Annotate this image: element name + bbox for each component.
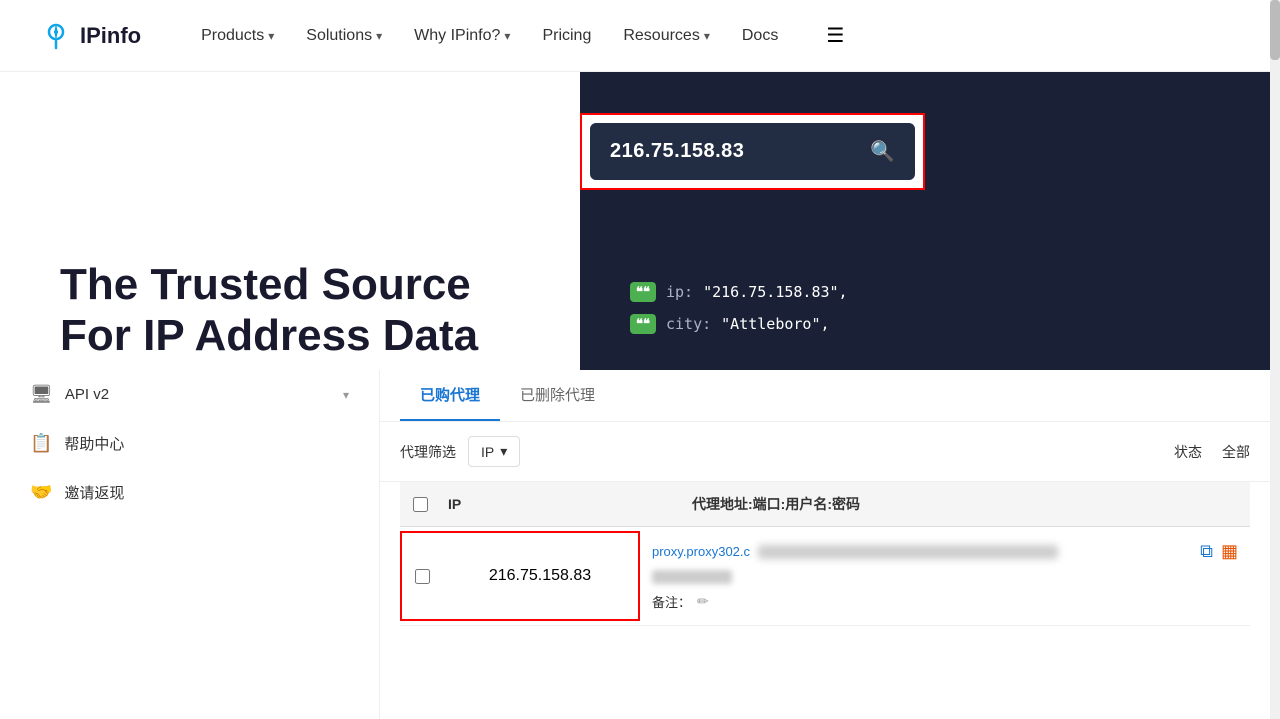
- ip-value-cell: 216.75.158.83: [442, 533, 638, 619]
- resources-chevron-icon: ▾: [704, 29, 710, 43]
- json-tag-ip: ❝❝: [630, 282, 656, 302]
- json-val-city: "Attleboro",: [721, 315, 829, 333]
- solutions-chevron-icon: ▾: [376, 29, 382, 43]
- th-proxy: 代理地址:端口:用户名:密码: [680, 494, 1250, 514]
- nav-solutions-label: Solutions: [306, 27, 372, 45]
- hero-title: The Trusted Source For IP Address Data: [60, 260, 520, 361]
- json-key-ip: ip:: [666, 283, 693, 301]
- status-label: 状态: [1174, 442, 1202, 462]
- edit-icon[interactable]: ✏: [697, 593, 709, 610]
- nav-docs[interactable]: Docs: [742, 27, 778, 45]
- filter-label: 代理筛选: [400, 442, 456, 462]
- nav-solutions[interactable]: Solutions ▾: [306, 27, 382, 45]
- sidebar-item-invite-label: 邀请返现: [64, 482, 124, 503]
- sidebar: 🖥 API v2 ▾ 📋 帮助中心 🤝 邀请返现: [0, 370, 380, 719]
- select-all-checkbox[interactable]: [413, 497, 428, 512]
- tab-purchased-label: 已购代理: [420, 387, 480, 404]
- json-line-ip: ❝❝ ip: "216.75.158.83",: [630, 282, 1250, 302]
- filter-select-value: IP: [481, 444, 494, 460]
- nav-pricing[interactable]: Pricing: [542, 27, 591, 45]
- ip-col-highlighted: 216.75.158.83: [400, 531, 640, 621]
- proxy-col: proxy.proxy302.c ⧉ ▦ 备注： ✏: [640, 527, 1250, 625]
- sidebar-item-invite[interactable]: 🤝 邀请返现: [20, 468, 359, 517]
- tab-purchased[interactable]: 已购代理: [400, 370, 500, 421]
- filter-row: 代理筛选 IP ▾ 状态 全部: [380, 422, 1270, 482]
- hero-left: The Trusted Source For IP Address Data: [60, 260, 520, 361]
- sidebar-item-api-label: API v2: [65, 386, 109, 403]
- logo-text: IPinfo: [80, 23, 141, 49]
- json-line-city: ❝❝ city: "Attleboro",: [630, 314, 1250, 334]
- tab-deleted-label: 已删除代理: [520, 387, 595, 404]
- remark-label: 备注：: [652, 592, 691, 611]
- help-icon: 📋: [30, 433, 52, 454]
- navbar: IPinfo Products ▾ Solutions ▾ Why IPinfo…: [0, 0, 1280, 72]
- logo-icon: [40, 20, 72, 52]
- nav-resources[interactable]: Resources ▾: [623, 27, 710, 45]
- sidebar-item-help-label: 帮助中心: [64, 433, 124, 454]
- scrollbar-thumb[interactable]: [1270, 0, 1280, 60]
- main-content: 已购代理 已删除代理 代理筛选 IP ▾ 状态 全部 IP: [380, 370, 1270, 719]
- table: IP 代理地址:端口:用户名:密码 216.75.158.83: [380, 482, 1270, 626]
- nav-why-label: Why IPinfo?: [414, 27, 500, 45]
- proxy-icons: ⧉ ▦: [1200, 541, 1238, 562]
- ip-value: 216.75.158.83: [489, 567, 591, 585]
- sidebar-item-api[interactable]: 🖥 API v2 ▾: [20, 370, 359, 419]
- logo[interactable]: IPinfo: [40, 20, 141, 52]
- proxy-addr: proxy.proxy302.c ⧉ ▦: [652, 541, 1238, 562]
- filter-select-chevron-icon: ▾: [500, 443, 507, 460]
- proxy-addr-text: proxy.proxy302.c: [652, 544, 750, 559]
- hero-title-line2: For IP Address Data: [60, 311, 520, 362]
- copy-icon[interactable]: ⧉: [1200, 541, 1213, 562]
- tab-deleted[interactable]: 已删除代理: [500, 370, 615, 421]
- sidebar-expand-icon: ▾: [343, 388, 349, 402]
- row-checkbox-cell: [402, 533, 442, 619]
- why-chevron-icon: ▾: [504, 29, 510, 43]
- nav-links: Products ▾ Solutions ▾ Why IPinfo? ▾ Pri…: [201, 23, 1240, 48]
- hero-title-line1: The Trusted Source: [60, 260, 520, 311]
- filter-select[interactable]: IP ▾: [468, 436, 520, 467]
- th-checkbox: [400, 497, 440, 512]
- nav-resources-label: Resources: [623, 27, 699, 45]
- json-result: ❝❝ ip: "216.75.158.83", ❝❝ city: "Attleb…: [610, 270, 1270, 358]
- tabs: 已购代理 已删除代理: [380, 370, 1270, 422]
- nav-products-label: Products: [201, 27, 264, 45]
- proxy-panel: 🖥 API v2 ▾ 📋 帮助中心 🤝 邀请返现 已购代理 已删除代理 代理筛选: [0, 370, 1270, 719]
- sidebar-item-help[interactable]: 📋 帮助中心: [20, 419, 359, 468]
- nav-pricing-label: Pricing: [542, 27, 591, 45]
- ip-search-value: 216.75.158.83: [610, 140, 744, 163]
- status-value: 全部: [1222, 442, 1250, 462]
- table-header: IP 代理地址:端口:用户名:密码: [400, 482, 1250, 527]
- qr-icon[interactable]: ▦: [1221, 541, 1238, 562]
- json-key-city: city:: [666, 315, 711, 333]
- row-checkbox[interactable]: [415, 569, 430, 584]
- scrollbar[interactable]: [1270, 0, 1280, 719]
- ip-search-highlight-box: 216.75.158.83 🔍: [580, 113, 925, 190]
- json-val-ip: "216.75.158.83",: [703, 283, 848, 301]
- nav-products[interactable]: Products ▾: [201, 27, 274, 45]
- table-row: 216.75.158.83 proxy.proxy302.c ⧉ ▦: [400, 527, 1250, 626]
- json-tag-city: ❝❝: [630, 314, 656, 334]
- search-icon-hero[interactable]: 🔍: [870, 139, 895, 164]
- api-icon: 🖥: [30, 384, 53, 405]
- invite-icon: 🤝: [30, 482, 52, 503]
- nav-why-ipinfo[interactable]: Why IPinfo? ▾: [414, 27, 510, 45]
- hamburger-icon[interactable]: ☰: [826, 23, 844, 48]
- proxy-blurred-line2: [652, 570, 732, 584]
- ip-search-inner[interactable]: 216.75.158.83 🔍: [590, 123, 915, 180]
- products-chevron-icon: ▾: [268, 29, 274, 43]
- proxy-blurred-text: [758, 545, 1058, 559]
- th-ip: IP: [440, 496, 680, 512]
- remark-row: 备注： ✏: [652, 592, 1238, 611]
